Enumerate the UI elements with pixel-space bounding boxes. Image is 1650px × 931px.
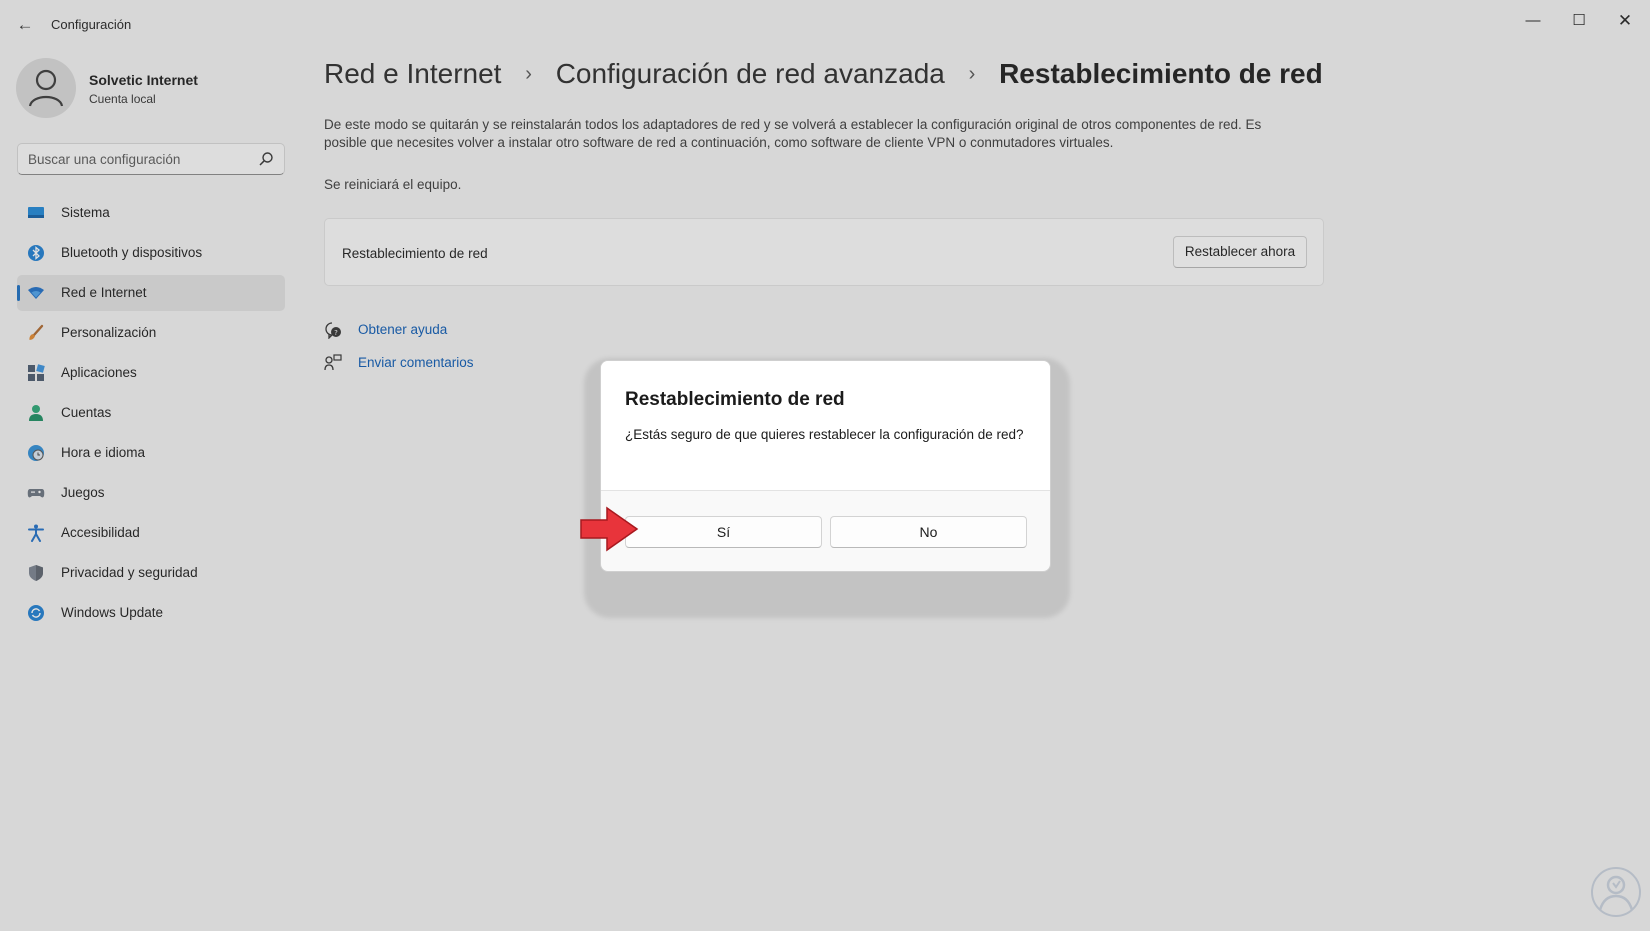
dialog-title: Restablecimiento de red xyxy=(625,389,845,410)
dialog-body: Restablecimiento de red ¿Estás seguro de… xyxy=(601,361,1050,491)
settings-window: ← Configuración — ☐ ✕ Solvetic Internet … xyxy=(0,0,1650,931)
watermark-logo xyxy=(1591,867,1641,917)
pointer-arrow-icon xyxy=(580,506,639,552)
yes-button[interactable]: Sí xyxy=(625,516,822,548)
no-button[interactable]: No xyxy=(830,516,1027,548)
confirm-dialog: Restablecimiento de red ¿Estás seguro de… xyxy=(600,360,1051,572)
dialog-message: ¿Estás seguro de que quieres restablecer… xyxy=(625,427,1024,442)
